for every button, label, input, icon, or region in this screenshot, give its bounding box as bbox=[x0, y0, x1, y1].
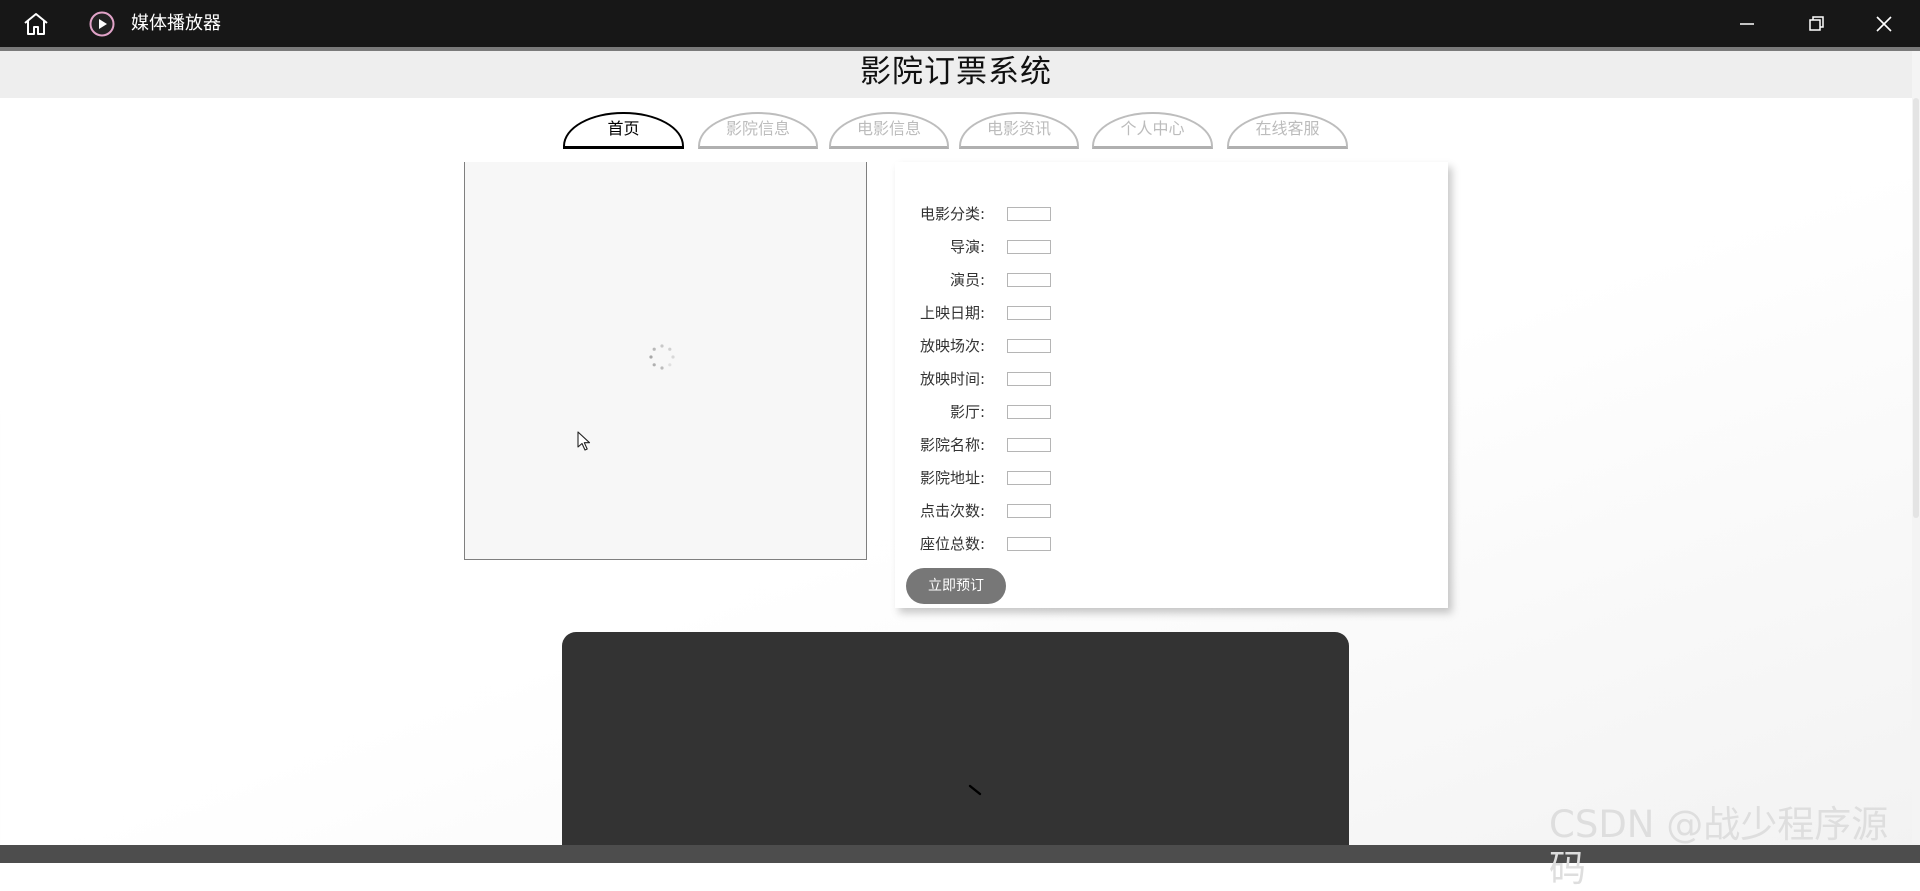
field-row-category: 电影分类: bbox=[895, 204, 1448, 224]
tab-movie-info[interactable]: 电影信息 bbox=[829, 112, 949, 149]
video-player[interactable] bbox=[562, 632, 1349, 863]
scrollbar-thumb[interactable] bbox=[1913, 98, 1919, 518]
field-value bbox=[1007, 438, 1051, 452]
field-row-screening: 放映场次: bbox=[895, 336, 1448, 356]
tab-movie-news[interactable]: 电影资讯 bbox=[959, 112, 1079, 149]
field-row-hall: 影厅: bbox=[895, 402, 1448, 422]
mouse-cursor-icon bbox=[577, 431, 591, 451]
window-titlebar: 媒体播放器 bbox=[0, 0, 1920, 47]
close-icon[interactable] bbox=[1870, 10, 1898, 38]
field-row-show-time: 放映时间: bbox=[895, 369, 1448, 389]
field-row-cinema-name: 影院名称: bbox=[895, 435, 1448, 455]
field-label: 上映日期: bbox=[919, 304, 985, 322]
field-value bbox=[1007, 207, 1051, 221]
field-value bbox=[1007, 339, 1051, 353]
movie-info-card: 电影分类: 导演: 演员: 上映日期: 放映场次: 放映时间: 影厅: 影院名称… bbox=[895, 162, 1448, 608]
home-icon[interactable] bbox=[20, 11, 52, 37]
field-label: 影厅: bbox=[949, 403, 985, 421]
video-loading-icon bbox=[968, 784, 982, 796]
minimize-icon[interactable] bbox=[1733, 10, 1761, 38]
book-now-button[interactable]: 立即预订 bbox=[906, 568, 1006, 604]
field-value bbox=[1007, 405, 1051, 419]
watermark-text: CSDN @战少程序源码 bbox=[1549, 803, 1889, 890]
field-value bbox=[1007, 504, 1051, 518]
page-title: 影院订票系统 bbox=[860, 54, 1052, 90]
restore-icon[interactable] bbox=[1802, 10, 1830, 38]
field-row-director: 导演: bbox=[895, 237, 1448, 257]
field-row-total-seats: 座位总数: bbox=[895, 534, 1448, 554]
field-value bbox=[1007, 306, 1051, 320]
field-label: 点击次数: bbox=[919, 502, 985, 520]
tab-online-service[interactable]: 在线客服 bbox=[1227, 112, 1348, 149]
field-value bbox=[1007, 471, 1051, 485]
field-value bbox=[1007, 372, 1051, 386]
window-title: 媒体播放器 bbox=[131, 13, 221, 34]
tab-home[interactable]: 首页 bbox=[563, 112, 684, 149]
field-row-click-count: 点击次数: bbox=[895, 501, 1448, 521]
field-label: 座位总数: bbox=[919, 535, 985, 553]
field-label: 影院地址: bbox=[919, 469, 985, 487]
field-label: 电影分类: bbox=[919, 205, 985, 223]
field-row-release-date: 上映日期: bbox=[895, 303, 1448, 323]
page-header: 影院订票系统 bbox=[0, 51, 1912, 98]
field-label: 影院名称: bbox=[919, 436, 985, 454]
loading-spinner-icon bbox=[649, 344, 675, 370]
field-value bbox=[1007, 240, 1051, 254]
play-circle-icon bbox=[89, 11, 115, 37]
field-label: 导演: bbox=[949, 238, 985, 256]
main-nav: 首页 影院信息 电影信息 电影资讯 个人中心 在线客服 bbox=[0, 110, 1912, 152]
field-label: 放映场次: bbox=[919, 337, 985, 355]
field-row-cinema-address: 影院地址: bbox=[895, 468, 1448, 488]
field-label: 演员: bbox=[949, 271, 985, 289]
tab-user-center[interactable]: 个人中心 bbox=[1092, 112, 1213, 149]
field-row-actors: 演员: bbox=[895, 270, 1448, 290]
field-value bbox=[1007, 273, 1051, 287]
field-label: 放映时间: bbox=[919, 370, 985, 388]
tab-cinema-info[interactable]: 影院信息 bbox=[698, 112, 818, 149]
field-value bbox=[1007, 537, 1051, 551]
